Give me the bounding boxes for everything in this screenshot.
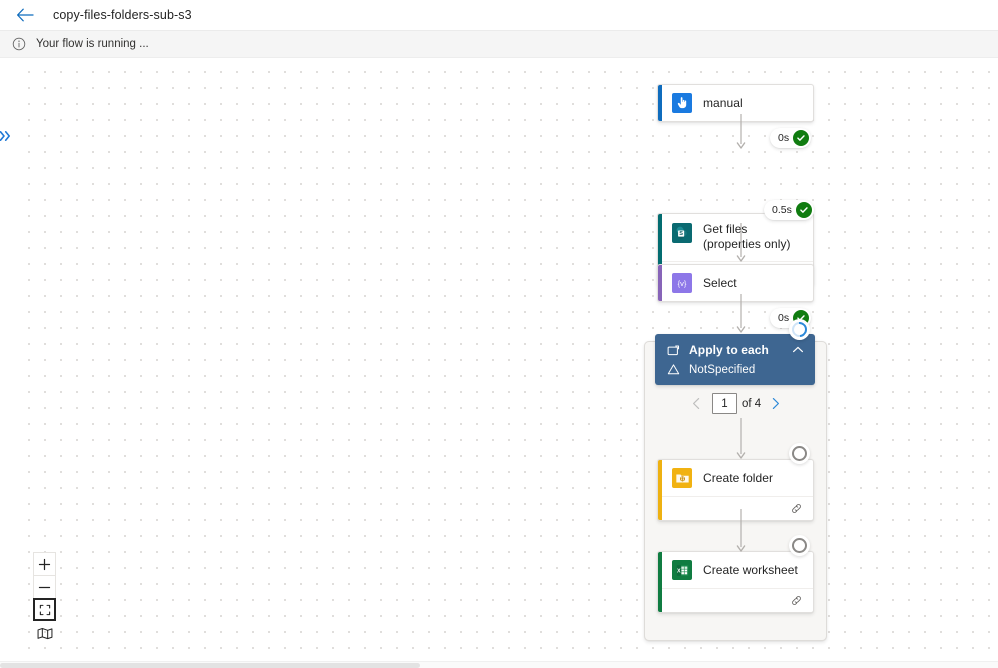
spinner-icon: [788, 318, 811, 341]
chevron-right-icon: [770, 397, 781, 410]
fit-to-screen-button[interactable]: [33, 598, 56, 621]
success-check-icon: [795, 202, 812, 218]
scope-title: Apply to each: [689, 343, 769, 357]
chevron-left-icon: [691, 397, 702, 410]
fit-to-screen-icon: [39, 604, 51, 616]
minimap-icon: [37, 627, 53, 640]
scrollbar-thumb[interactable]: [0, 663, 420, 668]
scope-header-status-row: NotSpecified: [655, 361, 815, 385]
scope-header-apply-to-each[interactable]: Apply to each NotSpecified: [655, 334, 815, 385]
node-accent-bar: [658, 460, 662, 520]
arrow-left-icon: [16, 8, 34, 22]
scope-header-title-row: Apply to each: [655, 334, 815, 361]
connector-getfiles-to-select: [735, 223, 747, 265]
node-title: manual: [703, 95, 743, 110]
pending-circle-icon: [792, 538, 807, 553]
scope-status-label: NotSpecified: [689, 363, 756, 376]
node-header: X Create worksheet: [658, 552, 813, 588]
svg-text:S: S: [679, 231, 683, 237]
node-accent-bar: [658, 265, 662, 301]
pager-total-label: of 4: [742, 397, 762, 410]
pager-page-input[interactable]: [712, 393, 737, 414]
sidebar-expand-button[interactable]: [0, 126, 12, 146]
node-footer: [658, 588, 813, 612]
node-status-badge-manual: 0s: [770, 128, 812, 148]
canvas-left-gutter: [0, 58, 14, 661]
pager-next-button[interactable]: [765, 394, 785, 414]
zoom-out-button[interactable]: [33, 575, 56, 598]
node-title: Create worksheet: [703, 562, 798, 577]
sftp-folder-icon: [672, 468, 692, 488]
node-title: Get files (properties only): [703, 222, 791, 251]
node-title: Create folder: [703, 470, 774, 485]
zoom-in-button[interactable]: [33, 552, 56, 575]
foreach-icon: [667, 344, 680, 357]
node-status-pending-create-folder: [789, 443, 810, 464]
top-command-bar: copy-files-folders-sub-s3: [0, 0, 998, 31]
canvas-zoom-controls: [33, 552, 56, 645]
node-duration: 0.5s: [772, 204, 792, 216]
warning-triangle-icon: [667, 363, 680, 376]
connector-select-to-scope: [735, 294, 747, 336]
node-title: Select: [703, 275, 737, 290]
node-status-pending-create-worksheet: [789, 535, 810, 556]
connector-createfolder-to-createworksheet: [735, 509, 747, 555]
excel-icon: X: [672, 560, 692, 580]
pager-prev-button[interactable]: [686, 394, 706, 414]
sharepoint-icon: S: [672, 223, 692, 243]
node-header: Create folder: [658, 460, 813, 496]
svg-text:{v}: {v}: [678, 279, 687, 288]
connector-scope-to-createfolder: [735, 418, 747, 462]
svg-text:X: X: [677, 568, 681, 574]
node-accent-bar: [658, 552, 662, 612]
flow-title: copy-files-folders-sub-s3: [53, 8, 192, 22]
chevron-double-right-icon: [0, 130, 12, 142]
status-message-bar: Your flow is running ...: [0, 31, 998, 58]
back-button[interactable]: [14, 4, 36, 26]
link-icon[interactable]: [790, 594, 803, 607]
node-status-badge-get-files: 0.5s: [764, 200, 814, 220]
node-duration: 0s: [778, 132, 790, 144]
manual-trigger-icon: [672, 93, 692, 113]
scope-pagination[interactable]: of 4: [686, 393, 785, 414]
chevron-up-icon[interactable]: [791, 343, 805, 357]
status-message-text: Your flow is running ...: [36, 38, 149, 50]
scope-status-running: [788, 318, 811, 341]
select-variable-icon: {v}: [672, 273, 692, 293]
link-icon[interactable]: [790, 502, 803, 515]
minimap-button[interactable]: [33, 622, 56, 645]
pending-circle-icon: [792, 446, 807, 461]
node-accent-bar: [658, 85, 662, 121]
flow-node-create-worksheet[interactable]: X Create worksheet: [657, 551, 814, 613]
connector-manual-to-getfiles: [735, 114, 747, 152]
info-icon: [12, 37, 26, 51]
node-duration: 0s: [778, 312, 790, 324]
flow-canvas[interactable]: manual 0s S Get files (properties only): [0, 58, 998, 661]
canvas-horizontal-scrollbar[interactable]: [0, 661, 998, 668]
success-check-icon: [793, 130, 810, 146]
